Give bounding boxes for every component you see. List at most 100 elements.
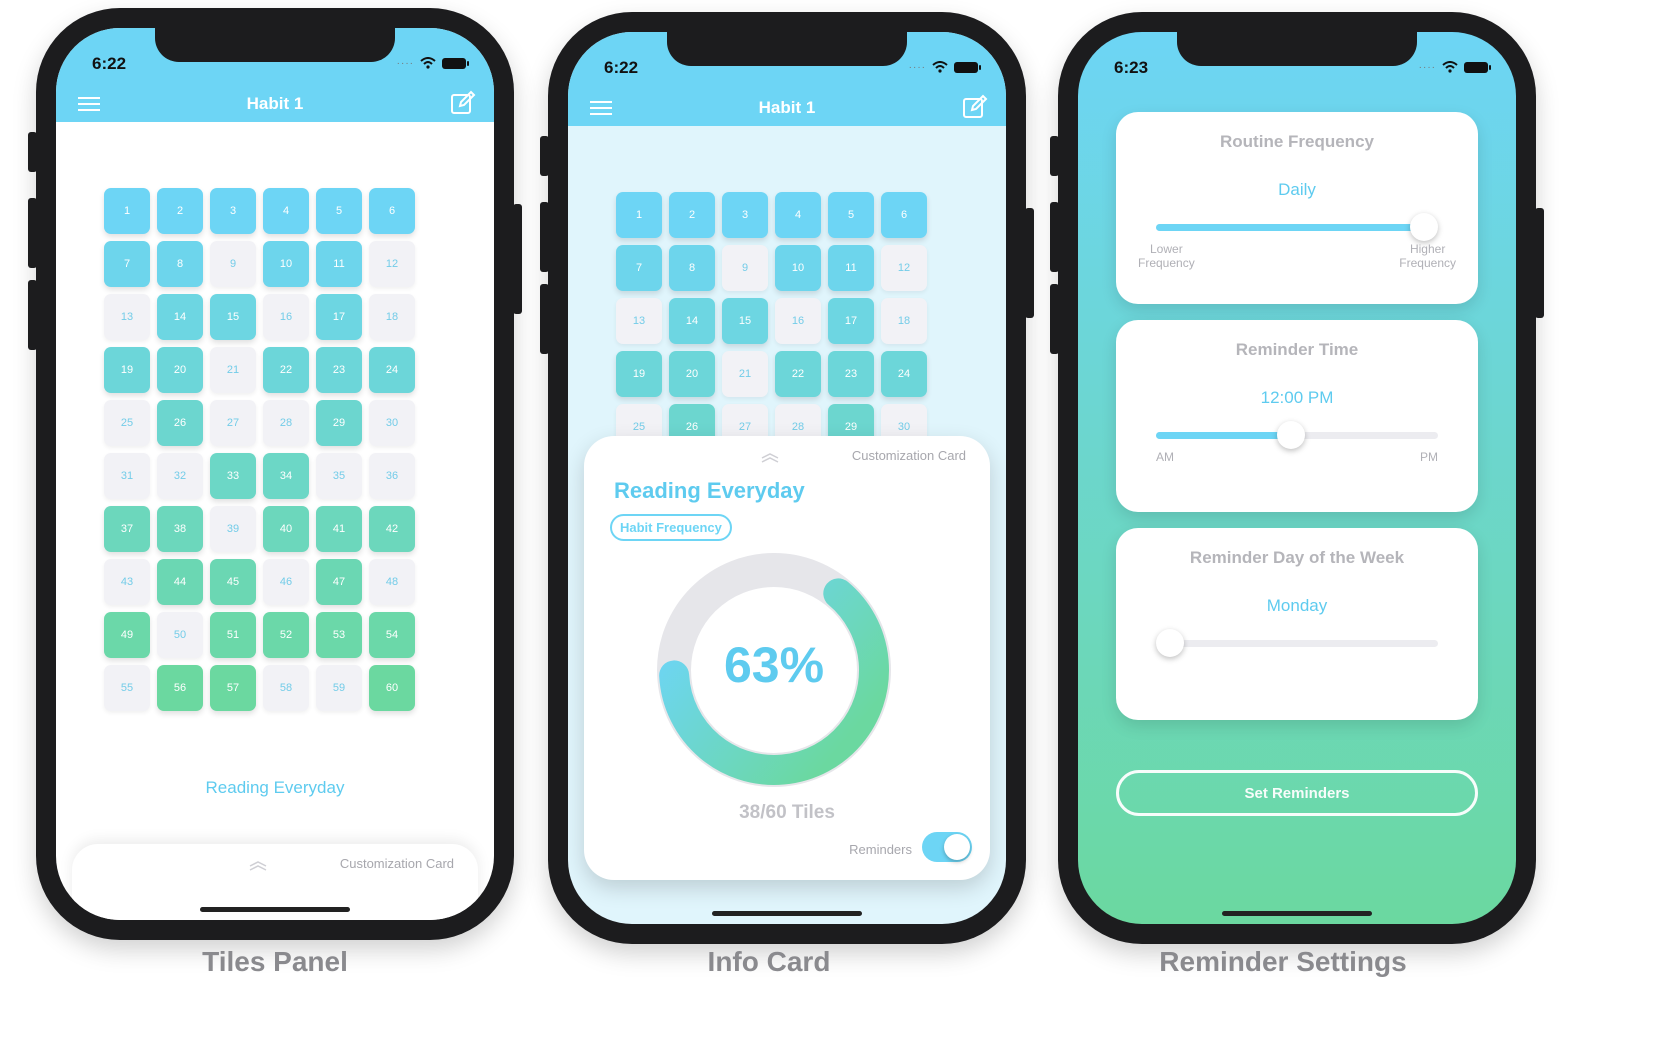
tile-18[interactable]: 18 — [369, 294, 415, 340]
tile-26[interactable]: 26 — [157, 400, 203, 446]
tile-16[interactable]: 16 — [263, 294, 309, 340]
tile-28[interactable]: 28 — [263, 400, 309, 446]
slider-thumb[interactable] — [1277, 421, 1306, 449]
chevron-up-icon[interactable] — [248, 858, 268, 876]
tile-3[interactable]: 3 — [722, 192, 768, 238]
set-reminders-button[interactable]: Set Reminders — [1116, 770, 1478, 816]
tile-21[interactable]: 21 — [722, 351, 768, 397]
tile-8[interactable]: 8 — [669, 245, 715, 291]
tile-12[interactable]: 12 — [881, 245, 927, 291]
tile-14[interactable]: 14 — [669, 298, 715, 344]
tile-60[interactable]: 60 — [369, 665, 415, 711]
slider-thumb[interactable] — [1409, 213, 1438, 241]
slider-thumb[interactable] — [1156, 629, 1185, 657]
tile-5[interactable]: 5 — [316, 188, 362, 234]
tile-44[interactable]: 44 — [157, 559, 203, 605]
tile-48[interactable]: 48 — [369, 559, 415, 605]
tile-22[interactable]: 22 — [263, 347, 309, 393]
tile-23[interactable]: 23 — [828, 351, 874, 397]
tile-27[interactable]: 27 — [210, 400, 256, 446]
tile-2[interactable]: 2 — [669, 192, 715, 238]
tile-56[interactable]: 56 — [157, 665, 203, 711]
tile-52[interactable]: 52 — [263, 612, 309, 658]
tile-7[interactable]: 7 — [616, 245, 662, 291]
tile-20[interactable]: 20 — [157, 347, 203, 393]
tile-15[interactable]: 15 — [722, 298, 768, 344]
tile-1[interactable]: 1 — [104, 188, 150, 234]
tile-35[interactable]: 35 — [316, 453, 362, 499]
tile-20[interactable]: 20 — [669, 351, 715, 397]
tile-13[interactable]: 13 — [104, 294, 150, 340]
tile-43[interactable]: 43 — [104, 559, 150, 605]
tile-46[interactable]: 46 — [263, 559, 309, 605]
tile-54[interactable]: 54 — [369, 612, 415, 658]
tile-32[interactable]: 32 — [157, 453, 203, 499]
tile-59[interactable]: 59 — [316, 665, 362, 711]
tile-4[interactable]: 4 — [775, 192, 821, 238]
tile-11[interactable]: 11 — [316, 241, 362, 287]
tile-45[interactable]: 45 — [210, 559, 256, 605]
info-card[interactable]: Customization Card Reading Everyday Habi… — [584, 436, 990, 880]
tile-14[interactable]: 14 — [157, 294, 203, 340]
tile-50[interactable]: 50 — [157, 612, 203, 658]
tile-36[interactable]: 36 — [369, 453, 415, 499]
tile-16[interactable]: 16 — [775, 298, 821, 344]
edit-icon[interactable] — [450, 90, 476, 121]
tile-53[interactable]: 53 — [316, 612, 362, 658]
tile-51[interactable]: 51 — [210, 612, 256, 658]
tile-42[interactable]: 42 — [369, 506, 415, 552]
tile-12[interactable]: 12 — [369, 241, 415, 287]
tile-23[interactable]: 23 — [316, 347, 362, 393]
tile-9[interactable]: 9 — [210, 241, 256, 287]
tile-38[interactable]: 38 — [157, 506, 203, 552]
tile-40[interactable]: 40 — [263, 506, 309, 552]
tile-19[interactable]: 19 — [104, 347, 150, 393]
tile-9[interactable]: 9 — [722, 245, 768, 291]
tile-19[interactable]: 19 — [616, 351, 662, 397]
tile-17[interactable]: 17 — [316, 294, 362, 340]
tile-1[interactable]: 1 — [616, 192, 662, 238]
tile-21[interactable]: 21 — [210, 347, 256, 393]
tile-17[interactable]: 17 — [828, 298, 874, 344]
tile-10[interactable]: 10 — [775, 245, 821, 291]
tile-13[interactable]: 13 — [616, 298, 662, 344]
tile-25[interactable]: 25 — [104, 400, 150, 446]
home-indicator[interactable] — [1222, 911, 1372, 916]
tile-30[interactable]: 30 — [369, 400, 415, 446]
tile-49[interactable]: 49 — [104, 612, 150, 658]
tile-6[interactable]: 6 — [369, 188, 415, 234]
reminders-toggle[interactable] — [922, 832, 972, 862]
tile-18[interactable]: 18 — [881, 298, 927, 344]
tile-15[interactable]: 15 — [210, 294, 256, 340]
tile-39[interactable]: 39 — [210, 506, 256, 552]
tile-31[interactable]: 31 — [104, 453, 150, 499]
tile-24[interactable]: 24 — [881, 351, 927, 397]
tile-6[interactable]: 6 — [881, 192, 927, 238]
tile-29[interactable]: 29 — [316, 400, 362, 446]
tile-55[interactable]: 55 — [104, 665, 150, 711]
habit-frequency-pill[interactable]: Habit Frequency — [610, 514, 732, 541]
frequency-slider[interactable] — [1156, 213, 1438, 241]
time-slider[interactable] — [1156, 421, 1438, 449]
chevron-up-icon[interactable] — [760, 450, 780, 468]
tile-58[interactable]: 58 — [263, 665, 309, 711]
tile-2[interactable]: 2 — [157, 188, 203, 234]
tile-41[interactable]: 41 — [316, 506, 362, 552]
tile-5[interactable]: 5 — [828, 192, 874, 238]
tile-24[interactable]: 24 — [369, 347, 415, 393]
tile-34[interactable]: 34 — [263, 453, 309, 499]
tile-57[interactable]: 57 — [210, 665, 256, 711]
tile-8[interactable]: 8 — [157, 241, 203, 287]
tile-33[interactable]: 33 — [210, 453, 256, 499]
tile-7[interactable]: 7 — [104, 241, 150, 287]
tile-11[interactable]: 11 — [828, 245, 874, 291]
tile-37[interactable]: 37 — [104, 506, 150, 552]
tile-3[interactable]: 3 — [210, 188, 256, 234]
day-slider[interactable] — [1156, 629, 1438, 657]
edit-icon[interactable] — [962, 94, 988, 125]
home-indicator[interactable] — [200, 907, 350, 912]
tile-4[interactable]: 4 — [263, 188, 309, 234]
home-indicator[interactable] — [712, 911, 862, 916]
tile-47[interactable]: 47 — [316, 559, 362, 605]
tile-10[interactable]: 10 — [263, 241, 309, 287]
